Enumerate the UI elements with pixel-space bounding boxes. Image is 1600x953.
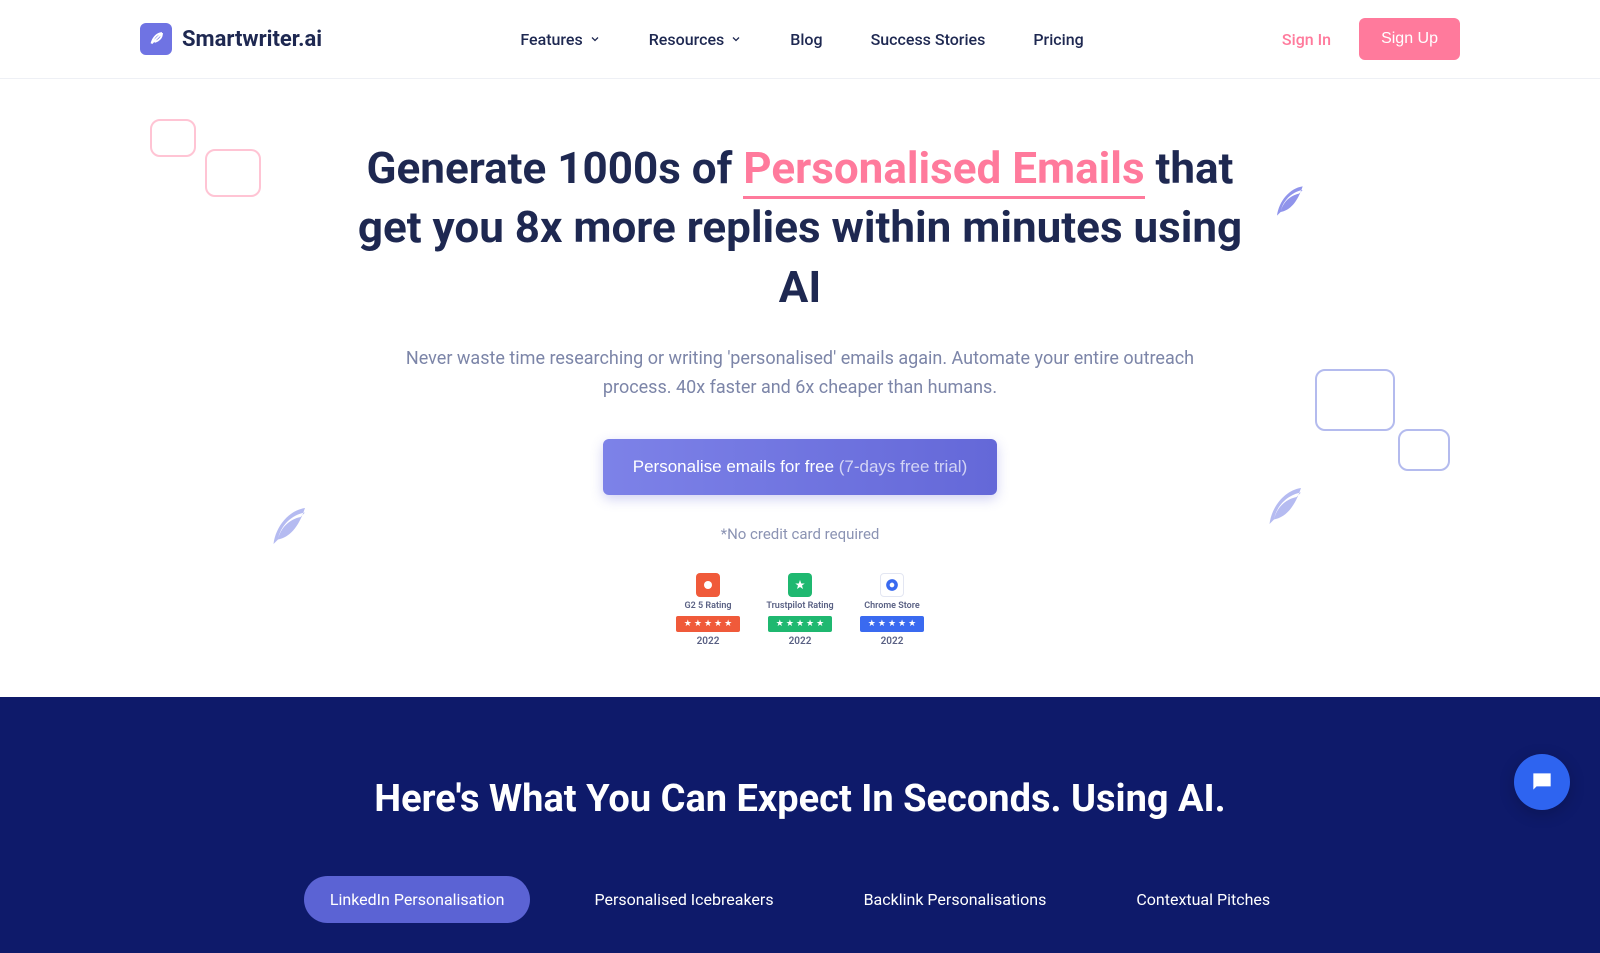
- feather-icon: [1266, 179, 1310, 223]
- badge-trustpilot: Trustpilot Rating ★★★★★ 2022: [765, 573, 835, 647]
- cta-trial-text: (7-days free trial): [839, 457, 967, 476]
- brand-name: Smartwriter.ai: [182, 27, 322, 52]
- badge-logo-icon: [788, 573, 812, 597]
- auth-actions: Sign In Sign Up: [1282, 18, 1460, 60]
- tab-personalised-icebreakers[interactable]: Personalised Icebreakers: [568, 876, 799, 923]
- nav-label: Success Stories: [871, 30, 986, 49]
- hero-section: Generate 1000s of Personalised Emails th…: [0, 79, 1600, 697]
- expect-section: Here's What You Can Expect In Seconds. U…: [0, 697, 1600, 953]
- badge-label: G2 5 Rating: [685, 601, 732, 612]
- feather-icon: [140, 23, 172, 55]
- nav-label: Blog: [790, 30, 822, 49]
- tab-linkedin-personalisation[interactable]: LinkedIn Personalisation: [304, 876, 531, 923]
- nav-blog[interactable]: Blog: [790, 30, 822, 49]
- badge-stars: ★★★★★: [860, 616, 924, 632]
- badge-year: 2022: [789, 636, 812, 647]
- primary-nav: Features Resources Blog Success Stories …: [520, 30, 1083, 49]
- nav-pricing[interactable]: Pricing: [1033, 30, 1083, 49]
- decoration-box: [205, 149, 261, 197]
- nav-features[interactable]: Features: [520, 30, 600, 49]
- badge-stars: ★★★★★: [676, 616, 740, 632]
- sign-in-link[interactable]: Sign In: [1282, 30, 1331, 49]
- chat-button[interactable]: [1514, 754, 1570, 810]
- badge-logo-icon: [696, 573, 720, 597]
- decoration-box: [1398, 429, 1450, 471]
- badge-logo-icon: [880, 573, 904, 597]
- chat-icon: [1529, 769, 1555, 795]
- headline-highlight: Personalised Emails: [743, 142, 1144, 199]
- badge-stars: ★★★★★: [768, 616, 832, 632]
- hero-subtext: Never waste time researching or writing …: [390, 345, 1210, 403]
- headline-pre: Generate 1000s of: [367, 142, 744, 194]
- badge-year: 2022: [881, 636, 904, 647]
- cta-button[interactable]: Personalise emails for free (7-days free…: [603, 439, 997, 495]
- tab-backlink-personalisations[interactable]: Backlink Personalisations: [838, 876, 1073, 923]
- nav-resources[interactable]: Resources: [649, 30, 743, 49]
- nav-label: Features: [520, 30, 582, 49]
- logo[interactable]: Smartwriter.ai: [140, 23, 322, 55]
- badge-year: 2022: [697, 636, 720, 647]
- trust-badges: G2 5 Rating ★★★★★ 2022 Trustpilot Rating…: [140, 573, 1460, 647]
- badge-g2: G2 5 Rating ★★★★★ 2022: [673, 573, 743, 647]
- decoration-box: [150, 119, 196, 157]
- nav-success-stories[interactable]: Success Stories: [871, 30, 986, 49]
- sign-up-button[interactable]: Sign Up: [1359, 18, 1460, 60]
- decoration-box: [1315, 369, 1395, 431]
- feather-icon: [260, 499, 314, 553]
- badge-label: Chrome Store: [864, 601, 920, 612]
- main-header: Smartwriter.ai Features Resources Blog S…: [0, 0, 1600, 79]
- feature-tabs: LinkedIn Personalisation Personalised Ic…: [0, 876, 1600, 923]
- chevron-down-icon: [589, 33, 601, 45]
- feather-icon: [1256, 479, 1310, 533]
- badge-label: Trustpilot Rating: [766, 601, 833, 612]
- badge-chrome: Chrome Store ★★★★★ 2022: [857, 573, 927, 647]
- tab-contextual-pitches[interactable]: Contextual Pitches: [1110, 876, 1296, 923]
- nav-label: Resources: [649, 30, 725, 49]
- chevron-down-icon: [730, 33, 742, 45]
- nav-label: Pricing: [1033, 30, 1083, 49]
- cta-main-text: Personalise emails for free: [633, 457, 839, 476]
- section-heading: Here's What You Can Expect In Seconds. U…: [0, 777, 1600, 821]
- hero-headline: Generate 1000s of Personalised Emails th…: [350, 139, 1250, 317]
